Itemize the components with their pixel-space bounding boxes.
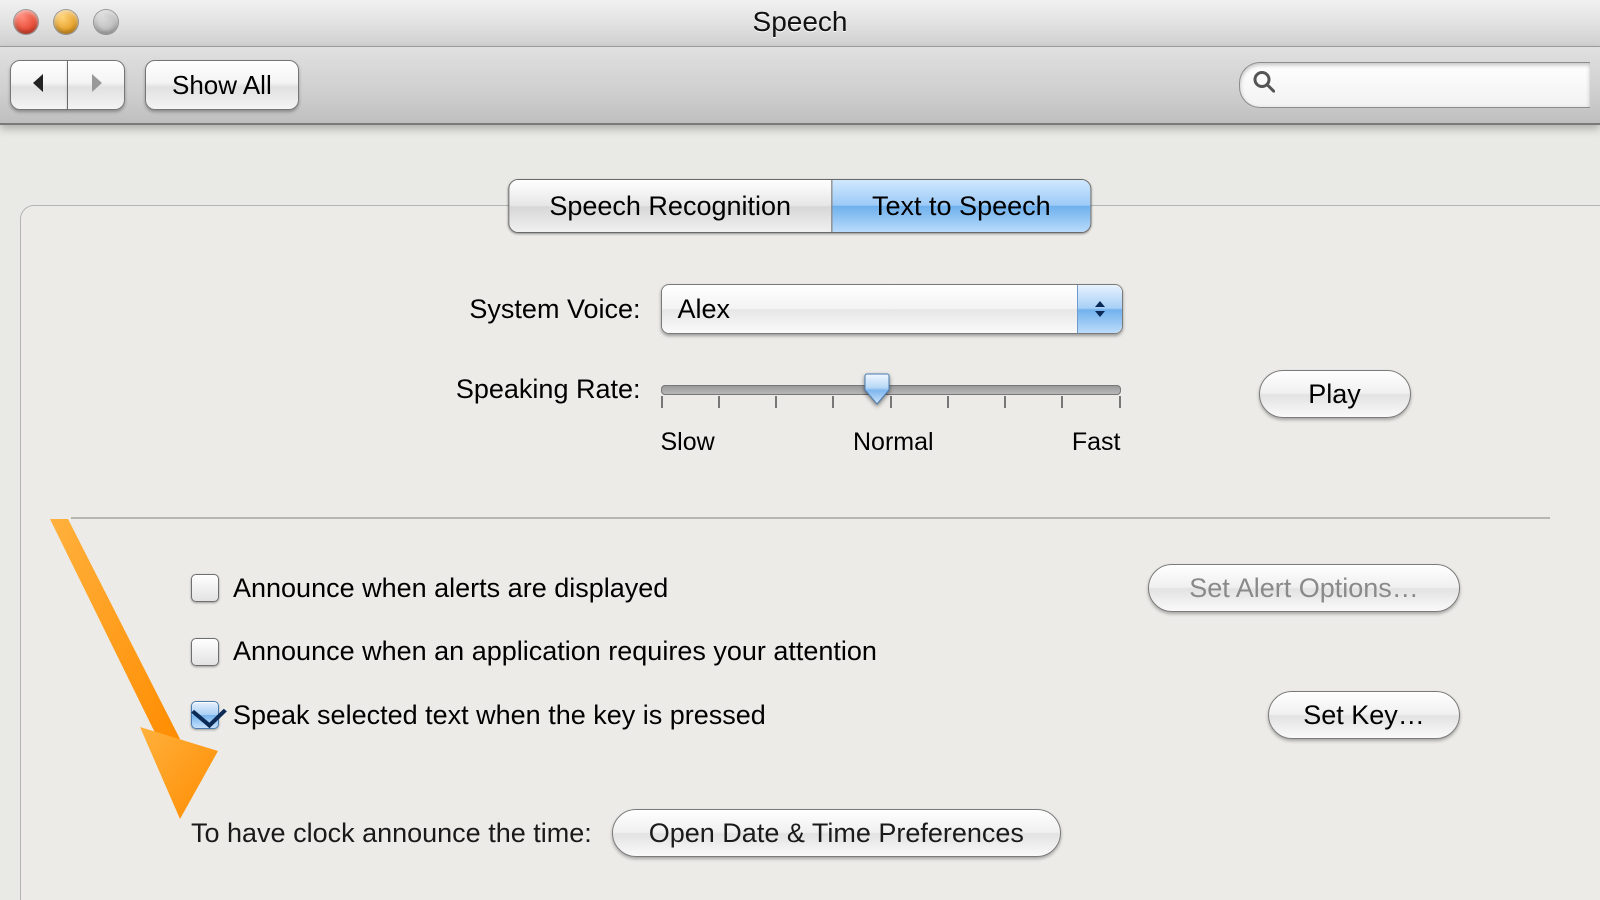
clock-label: To have clock announce the time: xyxy=(191,818,592,849)
slider-label-normal: Normal xyxy=(853,428,934,457)
announce-alerts-checkbox[interactable] xyxy=(191,574,219,602)
slider-label-fast: Fast xyxy=(1072,428,1121,457)
speak-selected-label: Speak selected text when the key is pres… xyxy=(233,700,766,731)
set-alert-options-label: Set Alert Options… xyxy=(1189,573,1419,604)
show-all-label: Show All xyxy=(172,70,272,101)
set-key-button[interactable]: Set Key… xyxy=(1268,691,1460,739)
show-all-button[interactable]: Show All xyxy=(145,60,299,110)
speak-selected-row: Speak selected text when the key is pres… xyxy=(191,691,1600,739)
tab-label: Text to Speech xyxy=(872,191,1051,222)
announce-app-attention-label: Announce when an application requires yo… xyxy=(233,636,877,667)
announce-app-attention-checkbox[interactable] xyxy=(191,638,219,666)
chevron-right-icon xyxy=(86,70,106,101)
slider-labels: Slow Normal Fast xyxy=(661,428,1121,457)
system-voice-row: System Voice: Alex xyxy=(211,284,1411,334)
chevron-left-icon xyxy=(29,70,49,101)
back-button[interactable] xyxy=(10,60,68,110)
search-wrap xyxy=(1239,62,1590,108)
play-button[interactable]: Play xyxy=(1259,370,1411,418)
system-voice-popup[interactable]: Alex xyxy=(661,284,1123,334)
announce-alerts-row: Announce when alerts are displayed Set A… xyxy=(191,564,1600,612)
speaking-rate-slider-block: Slow Normal Fast xyxy=(661,370,1121,457)
nav-group xyxy=(10,60,125,110)
speaking-rate-label: Speaking Rate: xyxy=(211,370,661,405)
panel: System Voice: Alex Speaking Rate: xyxy=(20,205,1600,900)
search-input[interactable] xyxy=(1239,62,1590,108)
play-button-label: Play xyxy=(1308,379,1361,410)
open-date-time-label: Open Date & Time Preferences xyxy=(649,818,1024,849)
forward-button[interactable] xyxy=(68,60,125,110)
tabs: Speech Recognition Text to Speech xyxy=(508,179,1091,233)
form-rows: System Voice: Alex Speaking Rate: xyxy=(211,284,1411,457)
speaking-rate-slider[interactable] xyxy=(661,370,1121,410)
speak-selected-checkbox[interactable] xyxy=(191,701,219,729)
slider-label-slow: Slow xyxy=(661,428,715,457)
speaking-rate-row: Speaking Rate: xyxy=(211,370,1411,457)
toolbar: Show All xyxy=(0,47,1600,125)
announce-app-attention-row: Announce when an application requires yo… xyxy=(191,636,1600,667)
search-icon xyxy=(1253,71,1275,100)
body-area: Speech Recognition Text to Speech System… xyxy=(0,125,1600,900)
system-voice-value: Alex xyxy=(662,294,731,325)
window-title: Speech xyxy=(0,6,1600,38)
play-button-wrap: Play xyxy=(1259,370,1411,418)
system-voice-label: System Voice: xyxy=(211,294,661,325)
tab-text-to-speech[interactable]: Text to Speech xyxy=(831,180,1091,232)
clock-row: To have clock announce the time: Open Da… xyxy=(191,809,1600,857)
set-alert-options-button[interactable]: Set Alert Options… xyxy=(1148,564,1460,612)
tab-label: Speech Recognition xyxy=(549,191,791,222)
tab-speech-recognition[interactable]: Speech Recognition xyxy=(509,180,831,232)
announce-alerts-label: Announce when alerts are displayed xyxy=(233,573,668,604)
divider xyxy=(71,517,1550,519)
popup-arrows-icon xyxy=(1077,285,1122,333)
set-key-label: Set Key… xyxy=(1303,700,1425,731)
title-bar: Speech xyxy=(0,0,1600,47)
open-date-time-button[interactable]: Open Date & Time Preferences xyxy=(612,809,1061,857)
slider-thumb-icon[interactable] xyxy=(863,372,891,404)
